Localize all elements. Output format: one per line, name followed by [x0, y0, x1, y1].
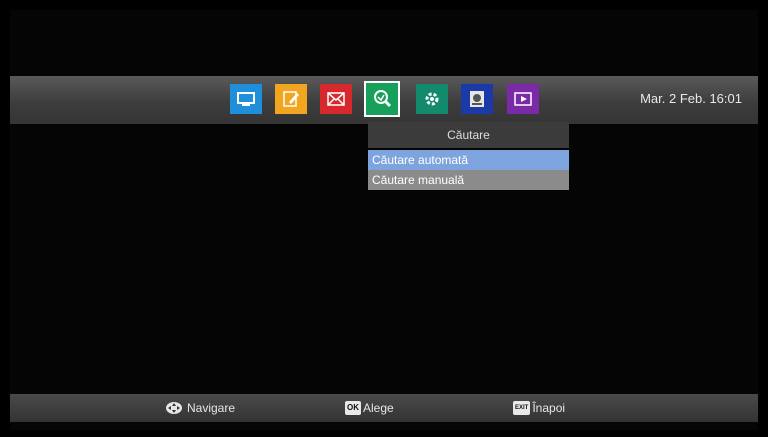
submenu-title: Căutare [368, 122, 569, 148]
exit-label: Înapoi [532, 401, 566, 415]
edit-icon[interactable] [275, 84, 307, 114]
navigate-label: Navigare [187, 401, 236, 415]
storage-icon[interactable] [461, 84, 493, 114]
exit-key-icon: EXIT [513, 401, 531, 415]
ok-key-icon: OK [345, 401, 361, 415]
mail-icon[interactable] [320, 84, 352, 114]
menu-item-auto-search[interactable]: Căutare automată [368, 150, 569, 170]
navigation-pad-icon [166, 402, 182, 414]
top-menu-bar: Mar. 2 Feb. 16:01 [10, 76, 758, 124]
date-time-display: Mar. 2 Feb. 16:01 [640, 91, 742, 106]
tv-screen: Mar. 2 Feb. 16:01 Căutare Căutare automa… [10, 10, 758, 430]
settings-icon[interactable] [416, 84, 448, 114]
media-icon[interactable] [507, 84, 539, 114]
exit-hint: EXIT Înapoi [513, 394, 565, 422]
menu-item-manual-search[interactable]: Căutare manuală [368, 170, 569, 190]
tv-icon[interactable] [230, 84, 262, 114]
search-icon[interactable] [364, 81, 400, 117]
help-bar: Navigare OK Alege EXIT Înapoi [10, 394, 758, 422]
navigate-hint: Navigare [165, 394, 235, 422]
search-submenu: Căutare Căutare automată Căutare manuală [368, 122, 569, 190]
ok-hint: OK Alege [345, 394, 394, 422]
ok-label: Alege [363, 401, 394, 415]
